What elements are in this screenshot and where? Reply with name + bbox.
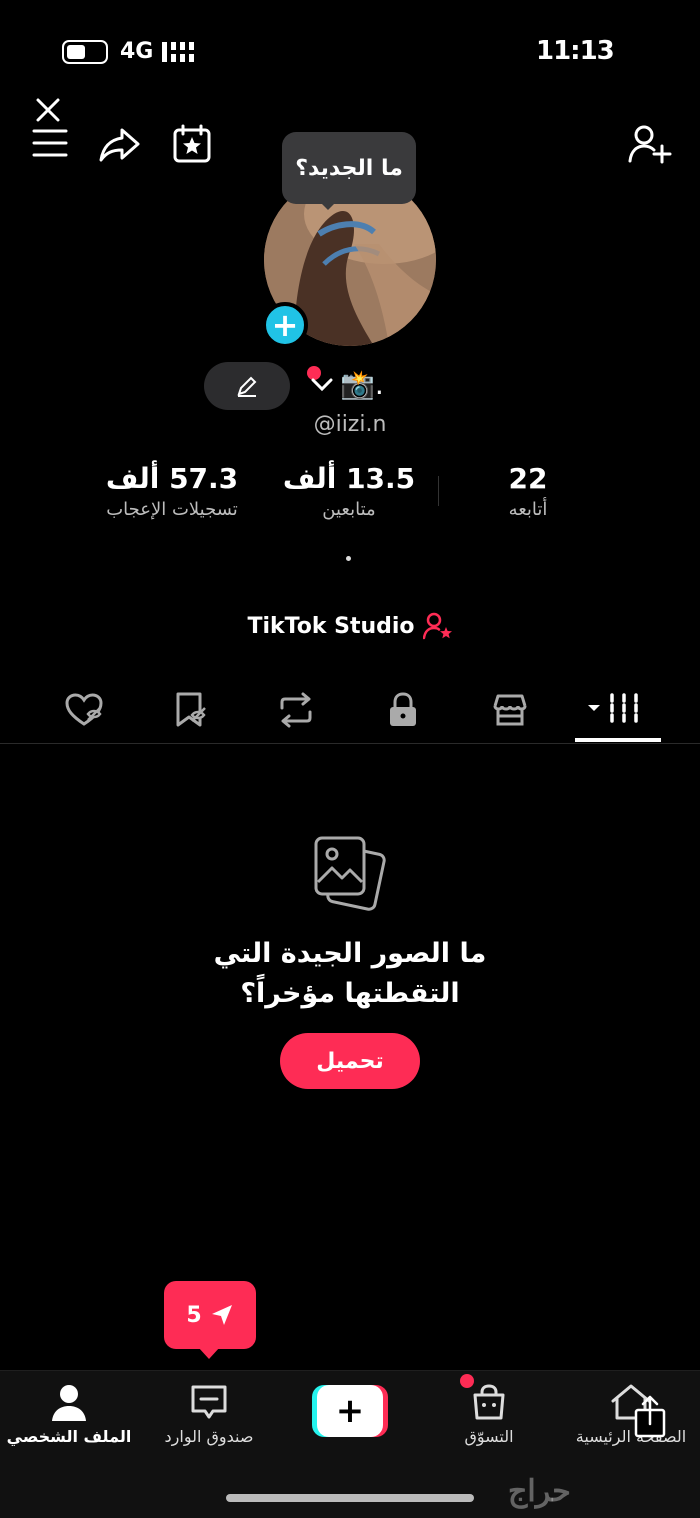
tab-shop[interactable] [460, 680, 560, 740]
edit-profile-button[interactable] [204, 362, 290, 410]
tab-private[interactable] [353, 680, 453, 740]
plus-icon: + [317, 1385, 383, 1437]
close-icon[interactable] [34, 96, 62, 124]
status-time: 11:13 [536, 36, 615, 66]
tab-favorites[interactable] [142, 680, 242, 740]
tab-videos[interactable] [568, 680, 664, 740]
tab-reposts[interactable] [246, 680, 346, 740]
battery-icon [62, 40, 108, 64]
bookmark-hidden-icon [176, 692, 206, 727]
likes-count: 57.3 ألف [105, 462, 239, 495]
pencil-icon [237, 376, 257, 397]
profile-icon [52, 1385, 86, 1421]
profile-tabs [0, 680, 700, 744]
add-story-button[interactable]: + [262, 302, 308, 348]
chevron-down-icon [311, 378, 333, 391]
add-friend-icon[interactable] [628, 124, 672, 164]
network-type: 4G [120, 39, 154, 64]
nav-inbox-label: صندوق الوارد [164, 1427, 254, 1446]
nav-inbox[interactable]: صندوق الوارد [144, 1383, 274, 1446]
inbox-notification-badge[interactable]: 5 [164, 1281, 256, 1349]
watermark: حراج [508, 1474, 571, 1509]
battery-level [67, 45, 85, 59]
home-indicator[interactable] [226, 1494, 474, 1502]
repost-icon [280, 692, 312, 728]
stat-following[interactable]: 22 أتابعه [478, 462, 578, 520]
empty-state-title: ما الصور الجيدة التي التقطتها مؤخراً؟ [0, 934, 700, 1014]
account-switcher[interactable]: 📸. [310, 368, 384, 401]
send-icon [211, 1305, 232, 1325]
upload-button[interactable]: تحميل [280, 1033, 420, 1089]
lock-icon [390, 692, 416, 726]
bio-dot [346, 556, 351, 561]
shopping-bag-icon [473, 1384, 505, 1420]
menu-icon[interactable] [32, 128, 68, 158]
active-tab-indicator [575, 738, 661, 742]
following-label: أتابعه [508, 499, 548, 520]
display-name: 📸. [340, 368, 384, 401]
share-icon[interactable] [98, 126, 142, 164]
empty-line-2: التقطتها مؤخراً؟ [240, 978, 460, 1009]
handle-text: @iizi.n [313, 412, 387, 437]
share-overlay-icon[interactable] [630, 1394, 670, 1440]
tab-liked[interactable] [34, 680, 134, 740]
followers-count: 13.5 ألف [282, 462, 416, 495]
tiktok-studio-link[interactable]: TikTok Studio [0, 612, 700, 640]
nav-shop-label: التسوّق [464, 1427, 514, 1446]
nav-profile-label: الملف الشخصي [6, 1427, 132, 1446]
calendar-star-icon[interactable] [172, 124, 212, 164]
following-count: 22 [508, 462, 548, 495]
nav-shop[interactable]: التسوّق [424, 1383, 554, 1446]
grid-dropdown-icon [588, 693, 638, 727]
inbox-count: 5 [186, 1302, 202, 1328]
whats-new-tooltip[interactable]: ما الجديد؟ [282, 132, 416, 204]
shop-notification-dot [460, 1374, 474, 1388]
badge-tail [198, 1347, 220, 1359]
empty-line-1: ما الصور الجيدة التي [213, 938, 487, 969]
studio-label: TikTok Studio [247, 613, 415, 639]
creator-star-icon [422, 612, 452, 640]
create-button[interactable]: + [312, 1385, 388, 1437]
nav-profile[interactable]: الملف الشخصي [4, 1383, 134, 1446]
tooltip-tail [318, 200, 338, 210]
followers-label: متابعين [322, 499, 376, 520]
inbox-icon [191, 1385, 227, 1419]
stat-followers[interactable]: 13.5 ألف متابعين [282, 462, 416, 520]
stat-divider [438, 476, 439, 506]
username-handle: @iizi.n [0, 412, 700, 437]
signal-icon [162, 40, 200, 64]
photos-icon [312, 832, 388, 912]
heart-hidden-icon [65, 693, 103, 726]
likes-label: تسجيلات الإعجاب [106, 499, 238, 520]
stat-likes[interactable]: 57.3 ألف تسجيلات الإعجاب [90, 462, 254, 520]
shop-icon [493, 694, 527, 726]
